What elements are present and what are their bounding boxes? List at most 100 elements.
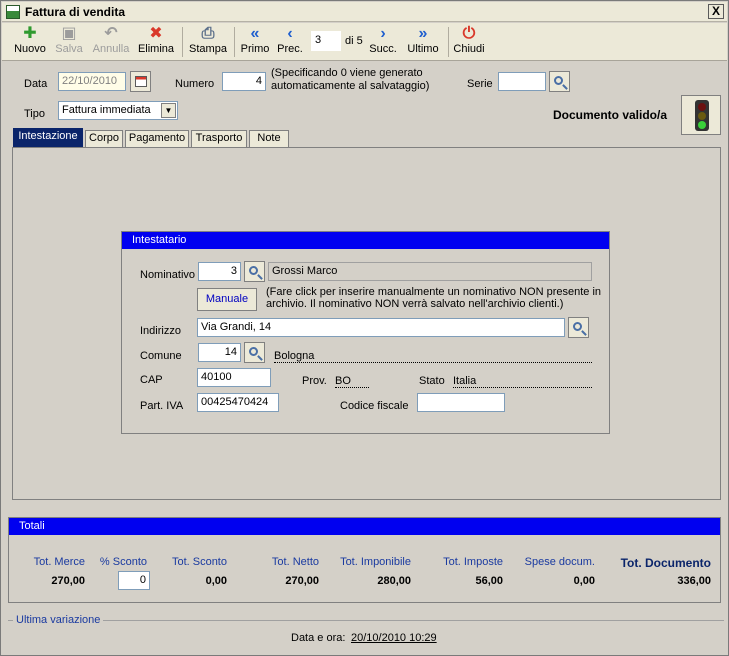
double-chevron-left-icon: «: [250, 25, 260, 42]
chevron-down-icon: ▼: [161, 103, 176, 118]
toolbar-separator: [182, 27, 183, 57]
plus-icon: ✚: [23, 25, 37, 42]
search-icon: [573, 322, 582, 331]
type-select-value: Fattura immediata: [62, 104, 151, 116]
delete-x-icon: ✖: [149, 25, 163, 42]
tot-merce-value: 270,00: [51, 575, 85, 587]
power-icon: ⏻: [462, 25, 476, 42]
cap-label: CAP: [140, 374, 163, 386]
date-label: Data: [24, 78, 48, 90]
tab-note[interactable]: Note: [249, 130, 289, 147]
document-status: Documento valido/a: [553, 108, 668, 122]
undo-button[interactable]: ↶ Annulla: [90, 25, 132, 59]
tot-imponibile-value: 280,00: [377, 575, 411, 587]
tot-netto-header: Tot. Netto: [271, 556, 319, 568]
search-icon: [554, 76, 563, 85]
spese-header: Spese docum.: [524, 556, 595, 568]
status-traffic-light-button[interactable]: [681, 95, 721, 135]
page-number-input[interactable]: 3: [311, 31, 341, 51]
indirizzo-field[interactable]: Via Grandi, 14: [197, 318, 565, 337]
number-field[interactable]: 4: [222, 72, 266, 91]
chevron-right-icon: ›: [380, 25, 386, 42]
window-title: Fattura di vendita: [25, 4, 126, 19]
next-record-button[interactable]: › Succ.: [368, 25, 398, 59]
chevron-left-icon: ‹: [287, 25, 293, 42]
totals-title: Totali: [9, 518, 720, 535]
comune-code-field[interactable]: 14: [198, 343, 241, 362]
printer-icon: ⎙: [201, 25, 215, 42]
toolbar: ✚ Nuovo ▣ Salva ↶ Annulla ✖ Elimina ⎙ St…: [2, 23, 727, 61]
number-label: Numero: [175, 78, 215, 90]
piva-label: Part. IVA: [140, 400, 184, 412]
series-search-button[interactable]: [549, 71, 570, 92]
toolbar-separator: [448, 27, 449, 57]
title-bar: Fattura di vendita X: [2, 2, 727, 22]
prov-value: BO: [335, 375, 369, 388]
piva-field[interactable]: 00425470424: [197, 393, 279, 412]
stato-value: Italia: [453, 375, 592, 388]
nominativo-label: Nominativo: [140, 269, 196, 281]
indirizzo-search-button[interactable]: [568, 317, 589, 338]
sconto-pct-field[interactable]: 0: [118, 571, 150, 590]
app-icon: [6, 4, 20, 19]
cf-label: Codice fiscale: [340, 400, 409, 412]
last-record-button[interactable]: » Ultimo: [404, 25, 442, 59]
tot-imposte-header: Tot. Imposte: [443, 556, 503, 568]
stato-label: Stato: [419, 375, 445, 387]
new-button[interactable]: ✚ Nuovo: [12, 25, 48, 59]
tot-documento-value: 336,00: [677, 575, 711, 587]
search-icon: [249, 266, 258, 275]
tab-intestazione[interactable]: Intestazione: [13, 128, 83, 147]
nominativo-name-field: Grossi Marco: [268, 262, 592, 281]
first-record-button[interactable]: « Primo: [238, 25, 272, 59]
search-icon: [249, 347, 258, 356]
date-field[interactable]: 22/10/2010: [58, 72, 126, 91]
page-count: di 5: [345, 35, 363, 47]
tot-netto-value: 270,00: [285, 575, 319, 587]
comune-label: Comune: [140, 350, 182, 362]
type-select[interactable]: Fattura immediata ▼: [58, 101, 178, 120]
tot-imponibile-header: Tot. Imponibile: [340, 556, 411, 568]
tot-sconto-value: 0,00: [205, 575, 227, 587]
manual-entry-button[interactable]: Manuale: [197, 288, 257, 311]
tot-sconto-header: Tot. Sconto: [171, 556, 227, 568]
toolbar-separator: [234, 27, 235, 57]
close-window-button[interactable]: X: [708, 4, 724, 19]
previous-record-button[interactable]: ‹ Prec.: [276, 25, 304, 59]
cf-field[interactable]: [417, 393, 505, 412]
save-button[interactable]: ▣ Salva: [52, 25, 86, 59]
traffic-light-icon: [695, 100, 709, 131]
series-label: Serie: [467, 78, 493, 90]
last-change-title: Ultima variazione: [13, 614, 104, 626]
nominativo-code-field[interactable]: 3: [198, 262, 241, 281]
nominativo-search-button[interactable]: [244, 261, 265, 282]
tot-imposte-value: 56,00: [475, 575, 503, 587]
tab-pagamento[interactable]: Pagamento: [125, 130, 189, 147]
last-change-label: Data e ora:: [291, 632, 346, 644]
series-field[interactable]: [498, 72, 546, 91]
number-hint-line1: (Specificando 0 viene generato: [271, 67, 423, 79]
prov-label: Prov.: [302, 375, 327, 387]
undo-icon: ↶: [104, 25, 118, 42]
comune-name: Bologna: [274, 350, 592, 363]
intestatario-title: Intestatario: [122, 232, 609, 249]
floppy-icon: ▣: [61, 25, 77, 42]
cap-field[interactable]: 40100: [197, 368, 271, 387]
manual-hint-line1: (Fare click per inserire manualmente un …: [266, 286, 602, 298]
comune-search-button[interactable]: [244, 342, 265, 363]
tab-corpo[interactable]: Corpo: [85, 130, 123, 147]
sconto-pct-header: % Sconto: [99, 556, 147, 568]
invoice-window: Fattura di vendita X ✚ Nuovo ▣ Salva ↶ A…: [0, 0, 729, 656]
calendar-button[interactable]: [130, 71, 151, 92]
tot-merce-header: Tot. Merce: [33, 556, 85, 568]
last-change-value: 20/10/2010 10:29: [351, 632, 437, 644]
close-button[interactable]: ⏻ Chiudi: [452, 25, 486, 59]
delete-button[interactable]: ✖ Elimina: [136, 25, 176, 59]
type-label: Tipo: [24, 108, 45, 120]
calendar-icon: [134, 76, 147, 87]
tot-documento-header: Tot. Documento: [620, 556, 711, 570]
spese-value: 0,00: [573, 575, 595, 587]
tab-trasporto[interactable]: Trasporto: [191, 130, 247, 147]
print-button[interactable]: ⎙ Stampa: [186, 25, 230, 59]
number-hint-line2: automaticamente al salvataggio): [271, 80, 430, 92]
